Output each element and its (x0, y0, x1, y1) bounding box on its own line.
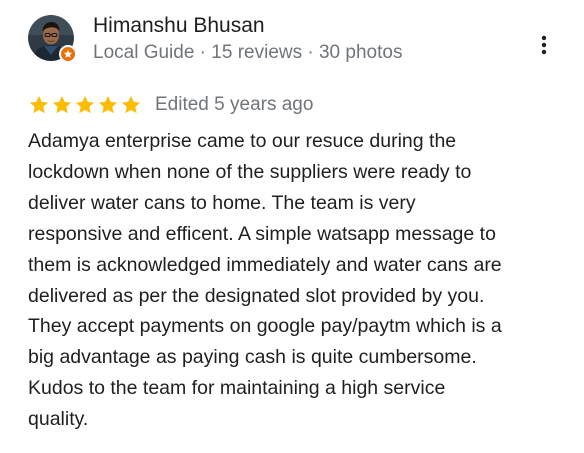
review-text-line: lockdown when none of the suppliers were… (28, 160, 472, 183)
review-card: Himanshu Bhusan Local Guide · 15 reviews… (0, 0, 584, 453)
review-text-line: them is acknowledged immediately and wat… (28, 253, 502, 276)
review-text-line: They accept payments on google pay/paytm… (28, 315, 502, 338)
star-rating (28, 94, 142, 116)
review-text-line: deliver water cans to home. The team is … (28, 191, 416, 214)
star-icon (52, 96, 72, 114)
more-options-button[interactable] (532, 32, 556, 58)
star-icon (29, 96, 49, 114)
review-text-line: Kudos to the team for maintaining a high… (28, 377, 446, 400)
review-text-line: Adamya enterprise came to our resuce dur… (28, 130, 457, 152)
star-icon (121, 96, 141, 114)
reviewer-meta[interactable]: Local Guide · 15 reviews · 30 photos (93, 40, 402, 66)
rating-row: Edited 5 years ago (28, 92, 313, 118)
more-vert-icon (541, 35, 547, 55)
reviewer-name[interactable]: Himanshu Bhusan (93, 12, 265, 40)
review-text: Adamya enterprise came to our resuce dur… (28, 126, 568, 435)
review-text-line: big advantage as paying cash is quite cu… (28, 346, 477, 369)
review-text-line: delivered as per the designated slot pro… (28, 284, 485, 307)
review-text-line: quality. (28, 408, 89, 431)
local-guide-star-icon (59, 45, 77, 63)
star-icon (75, 96, 95, 114)
review-text-line: responsive and efficent. A simple watsap… (28, 222, 496, 245)
star-icon (98, 96, 118, 114)
edited-timestamp: Edited 5 years ago (155, 94, 314, 115)
reviewer-avatar-wrap[interactable] (28, 15, 77, 63)
